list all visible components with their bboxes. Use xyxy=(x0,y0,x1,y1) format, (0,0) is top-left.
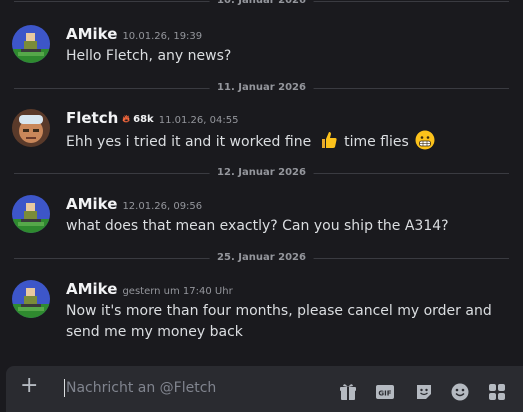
author-name[interactable]: AMike xyxy=(66,280,117,298)
amike-avatar-icon xyxy=(12,195,50,233)
avatar[interactable] xyxy=(12,25,50,63)
user-badge[interactable]: 🔥︎ 68k xyxy=(122,114,153,125)
avatar[interactable] xyxy=(12,109,50,147)
fletch-avatar-icon xyxy=(12,109,50,147)
amike-avatar-icon xyxy=(12,25,50,63)
date-divider: 10. Januar 2026 xyxy=(0,0,523,8)
message-text-part: Ehh yes i tried it and it worked fine xyxy=(66,134,312,150)
plus-icon[interactable]: + xyxy=(20,375,38,397)
message-text: Ehh yes i tried it and it worked fine ti… xyxy=(66,130,506,153)
date-divider: 11. Januar 2026 xyxy=(0,81,523,95)
message-text: Now it's more than four months, please c… xyxy=(66,303,492,340)
gift-icon[interactable] xyxy=(338,382,358,402)
sticker-icon[interactable] xyxy=(414,382,434,402)
date-divider: 25. Januar 2026 xyxy=(0,251,523,265)
date-divider-label: 10. Januar 2026 xyxy=(209,0,314,8)
apps-icon[interactable] xyxy=(487,382,507,402)
date-divider-label: 12. Januar 2026 xyxy=(209,166,314,180)
thumbs-up-emoji-icon[interactable] xyxy=(318,130,338,150)
message-text: Hello Fletch, any news? xyxy=(66,48,232,64)
grimacing-face-emoji-icon[interactable] xyxy=(415,130,435,150)
message-input[interactable] xyxy=(64,379,328,397)
emoji-icon[interactable] xyxy=(450,382,470,402)
svg-text:GIF: GIF xyxy=(378,390,391,398)
avatar[interactable] xyxy=(12,195,50,233)
avatar[interactable] xyxy=(12,280,50,318)
timestamp: 11.01.26, 04:55 xyxy=(158,115,239,126)
amike-avatar-icon xyxy=(12,280,50,318)
badge-count: 68k xyxy=(133,114,154,125)
message-text: what does that mean exactly? Can you shi… xyxy=(66,218,449,234)
author-name[interactable]: Fletch xyxy=(66,109,118,127)
timestamp: 12.01.26, 09:56 xyxy=(122,201,203,212)
timestamp: gestern um 17:40 Uhr xyxy=(122,286,233,297)
author-name[interactable]: AMike xyxy=(66,25,117,43)
message-composer: + GIF xyxy=(6,366,523,412)
message-text-part: time flies xyxy=(344,134,409,150)
author-name[interactable]: AMike xyxy=(66,195,117,213)
date-divider-label: 25. Januar 2026 xyxy=(209,251,314,265)
date-divider-label: 11. Januar 2026 xyxy=(209,81,314,95)
flame-icon: 🔥︎ xyxy=(122,114,130,125)
timestamp: 10.01.26, 19:39 xyxy=(122,31,203,42)
date-divider: 12. Januar 2026 xyxy=(0,166,523,180)
gif-icon[interactable]: GIF xyxy=(375,382,395,402)
